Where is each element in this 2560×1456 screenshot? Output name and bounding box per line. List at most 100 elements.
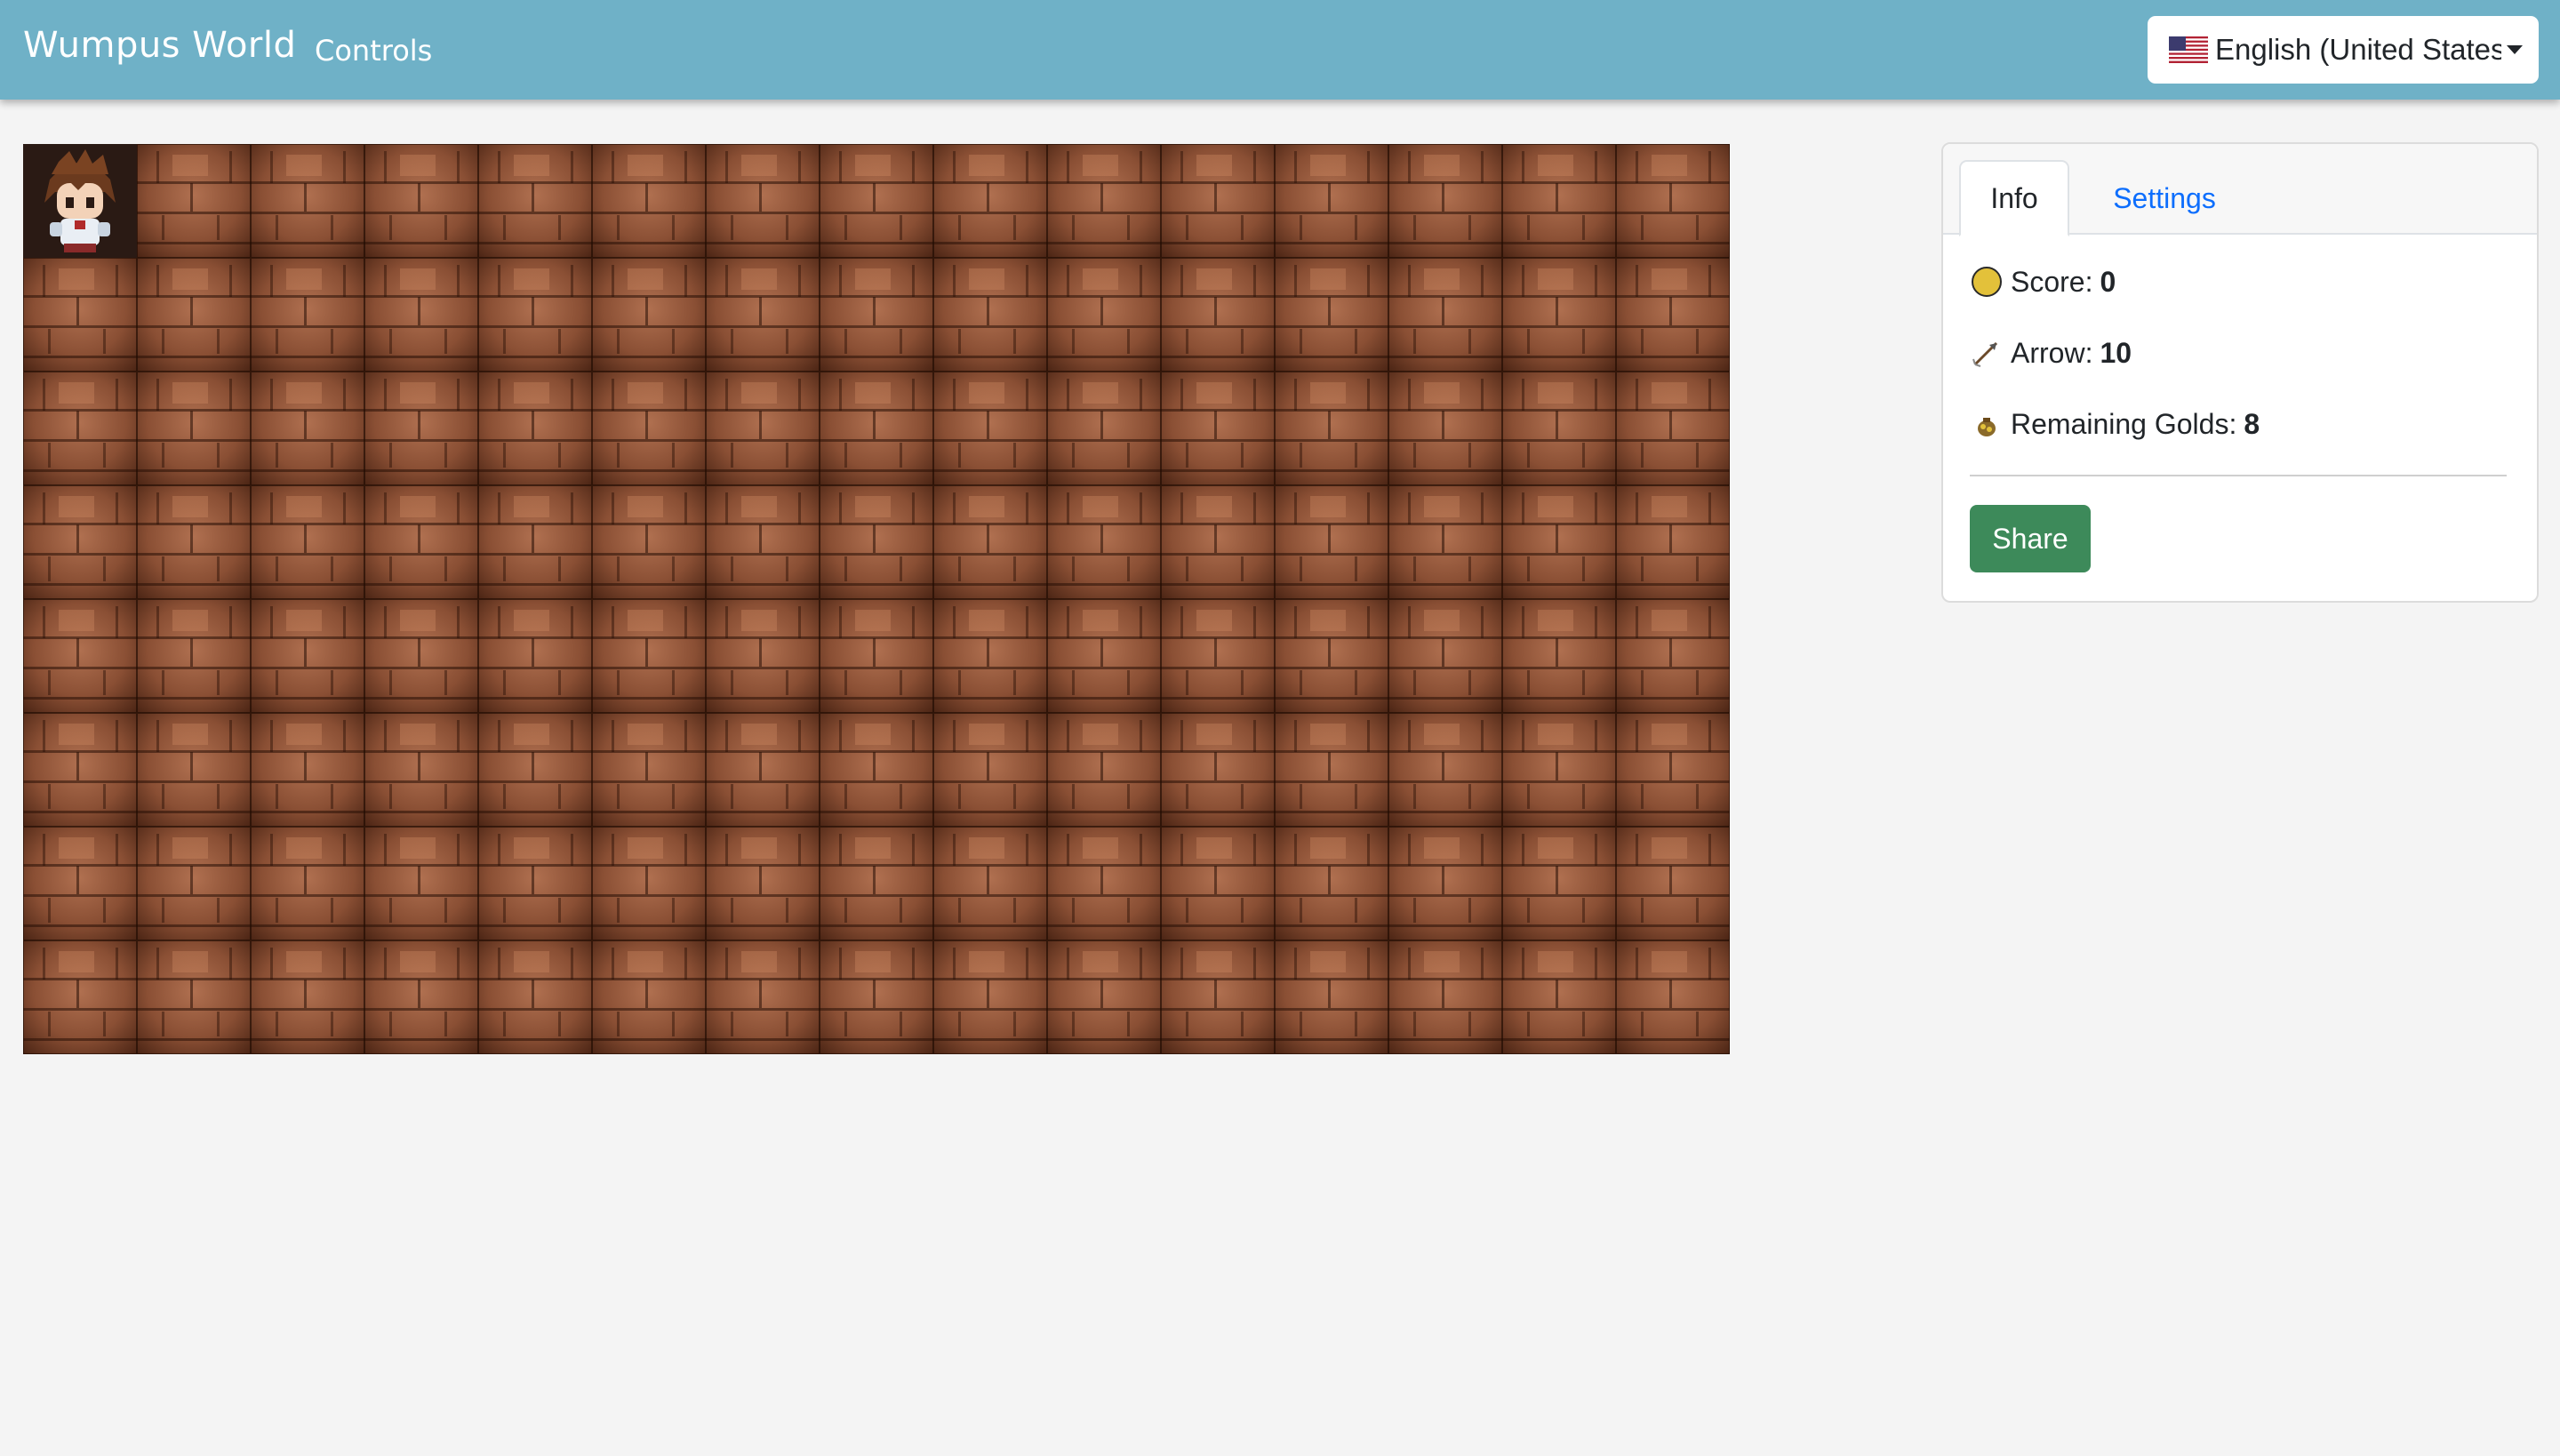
brick-tile[interactable] [933,713,1047,827]
brick-tile[interactable] [137,258,251,372]
brick-tile[interactable] [1161,372,1275,485]
brick-tile[interactable] [137,485,251,599]
brick-tile[interactable] [23,372,137,485]
app-brand[interactable]: Wumpus World [23,25,296,66]
brick-tile[interactable] [706,827,820,940]
brick-tile[interactable] [478,485,592,599]
brick-tile[interactable] [820,258,933,372]
brick-tile[interactable] [1616,827,1730,940]
brick-tile[interactable] [820,372,933,485]
brick-tile[interactable] [137,940,251,1054]
brick-tile[interactable] [706,144,820,258]
brick-tile[interactable] [364,144,478,258]
brick-tile[interactable] [820,713,933,827]
brick-tile[interactable] [1047,258,1161,372]
brick-tile[interactable] [478,940,592,1054]
brick-tile[interactable] [23,713,137,827]
brick-tile[interactable] [1502,258,1616,372]
brick-tile[interactable] [478,144,592,258]
brick-tile[interactable] [1502,372,1616,485]
brick-tile[interactable] [706,599,820,713]
brick-tile[interactable] [1502,599,1616,713]
brick-tile[interactable] [1275,940,1388,1054]
brick-tile[interactable] [1275,827,1388,940]
brick-tile[interactable] [706,372,820,485]
brick-tile[interactable] [933,372,1047,485]
brick-tile[interactable] [592,940,706,1054]
brick-tile[interactable] [478,372,592,485]
brick-tile[interactable] [251,827,364,940]
brick-tile[interactable] [23,485,137,599]
brick-tile[interactable] [592,372,706,485]
brick-tile[interactable] [1047,713,1161,827]
brick-tile[interactable] [1502,144,1616,258]
language-dropdown[interactable]: English (United States) [2148,16,2539,84]
brick-tile[interactable] [1047,599,1161,713]
brick-tile[interactable] [137,599,251,713]
brick-tile[interactable] [1388,485,1502,599]
brick-tile[interactable] [251,599,364,713]
brick-tile[interactable] [478,599,592,713]
brick-tile[interactable] [706,258,820,372]
brick-tile[interactable] [1388,827,1502,940]
brick-tile[interactable] [1388,713,1502,827]
tab-info[interactable]: Info [1959,160,2069,236]
brick-tile[interactable] [137,144,251,258]
brick-tile[interactable] [933,599,1047,713]
brick-tile[interactable] [251,144,364,258]
brick-tile[interactable] [23,940,137,1054]
brick-tile[interactable] [1388,940,1502,1054]
brick-tile[interactable] [364,258,478,372]
brick-tile[interactable] [592,827,706,940]
brick-tile[interactable] [1275,372,1388,485]
brick-tile[interactable] [933,144,1047,258]
brick-tile[interactable] [1502,827,1616,940]
brick-tile[interactable] [1161,827,1275,940]
brick-tile[interactable] [933,827,1047,940]
brick-tile[interactable] [364,599,478,713]
brick-tile[interactable] [1275,258,1388,372]
brick-tile[interactable] [706,713,820,827]
share-button[interactable]: Share [1970,505,2091,572]
brick-tile[interactable] [1616,713,1730,827]
brick-tile[interactable] [1161,599,1275,713]
brick-tile[interactable] [23,258,137,372]
brick-tile[interactable] [1502,713,1616,827]
brick-tile[interactable] [820,485,933,599]
brick-tile[interactable] [137,713,251,827]
brick-tile[interactable] [1047,485,1161,599]
brick-tile[interactable] [820,599,933,713]
brick-tile[interactable] [1161,258,1275,372]
brick-tile[interactable] [364,827,478,940]
brick-tile[interactable] [1047,827,1161,940]
brick-tile[interactable] [478,258,592,372]
brick-tile[interactable] [364,940,478,1054]
brick-tile[interactable] [1161,713,1275,827]
brick-tile[interactable] [820,144,933,258]
brick-tile[interactable] [1616,940,1730,1054]
brick-tile[interactable] [251,258,364,372]
brick-tile[interactable] [1047,940,1161,1054]
brick-tile[interactable] [1275,599,1388,713]
brick-tile[interactable] [1616,599,1730,713]
brick-tile[interactable] [820,827,933,940]
brick-tile[interactable] [1047,144,1161,258]
brick-tile[interactable] [23,827,137,940]
brick-tile[interactable] [251,713,364,827]
brick-tile[interactable] [1161,940,1275,1054]
brick-tile[interactable] [933,258,1047,372]
brick-tile[interactable] [251,940,364,1054]
brick-tile[interactable] [23,599,137,713]
brick-tile[interactable] [706,940,820,1054]
brick-tile[interactable] [137,372,251,485]
brick-tile[interactable] [364,485,478,599]
brick-tile[interactable] [1502,940,1616,1054]
brick-tile[interactable] [592,485,706,599]
brick-tile[interactable] [1275,713,1388,827]
brick-tile[interactable] [1161,485,1275,599]
brick-tile[interactable] [1616,372,1730,485]
brick-tile[interactable] [251,372,364,485]
controls-link[interactable]: Controls [315,34,432,68]
brick-tile[interactable] [592,599,706,713]
brick-tile[interactable] [1388,372,1502,485]
